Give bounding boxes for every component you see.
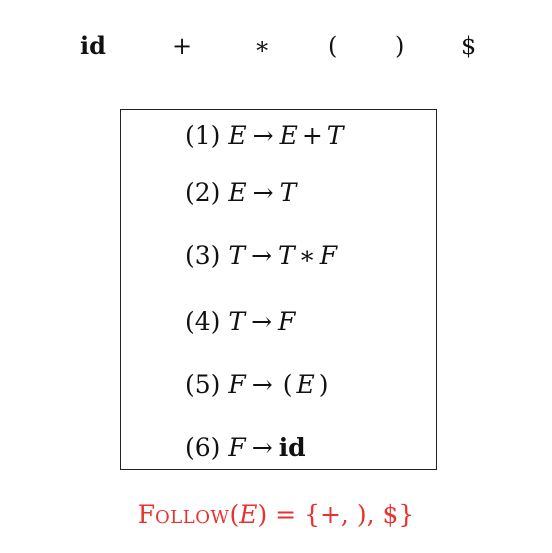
- follow-function-initial: F: [137, 500, 156, 529]
- production-number: (3): [185, 241, 221, 270]
- nonterminal-symbol: T: [326, 121, 344, 150]
- follow-set-expression: FOLLOW(E) = {+, ), $}: [0, 498, 552, 535]
- terminal-symbol: +: [301, 121, 323, 150]
- nonterminal-symbol: F: [278, 307, 296, 336]
- terminal-id: id: [80, 31, 106, 60]
- production-number: (5): [185, 370, 221, 399]
- nonterminal-symbol: T: [279, 178, 297, 207]
- production-arrow: →: [251, 307, 273, 336]
- terminal-lparen: (: [328, 32, 338, 60]
- grammar-productions-box: (1) E → E + T (2) E → T (3) T → T ∗ F (4) T → F (5) F →(E…: [120, 109, 437, 470]
- production-lhs: T: [228, 307, 246, 336]
- production-lhs: E: [228, 121, 247, 150]
- production-arrow: →: [251, 433, 273, 462]
- production-number: (6): [185, 433, 221, 462]
- follow-function-rest: OLLOW: [155, 507, 230, 528]
- production-rule: (2) E → T: [185, 177, 296, 209]
- production-arrow: →: [252, 121, 274, 150]
- production-lhs: F: [228, 370, 246, 399]
- production-lhs: E: [228, 178, 247, 207]
- terminal-symbol: ∗: [298, 241, 316, 270]
- terminal-plus: +: [172, 32, 193, 60]
- production-number: (4): [185, 307, 221, 336]
- production-rule: (1) E → E + T: [185, 120, 343, 152]
- production-rule: (6) F → id: [185, 432, 306, 464]
- production-rule: (4) T → F: [185, 306, 295, 338]
- nonterminal-symbol: E: [296, 370, 315, 399]
- terminal-keyword: id: [278, 433, 306, 462]
- follow-open-paren: (: [229, 500, 240, 529]
- terminal-star: ∗: [254, 32, 271, 60]
- production-rule: (5) F → (E): [185, 369, 332, 401]
- follow-set-value: ) = {+, ), $}: [257, 500, 415, 529]
- terminal-symbol: ): [318, 370, 329, 399]
- production-rule: (3) T → T ∗ F: [185, 240, 337, 272]
- terminal-symbol: (: [282, 370, 293, 399]
- production-arrow: →: [252, 178, 274, 207]
- terminal-dollar: $: [461, 32, 477, 60]
- follow-argument: E: [239, 500, 258, 529]
- terminal-rparen: ): [395, 32, 405, 60]
- production-lhs: T: [228, 241, 246, 270]
- production-number: (2): [185, 178, 221, 207]
- nonterminal-symbol: T: [278, 241, 295, 270]
- terminal-symbols-row: id + ∗ ( ) $: [0, 28, 552, 64]
- nonterminal-symbol: E: [279, 121, 298, 150]
- production-lhs: F: [228, 433, 246, 462]
- production-number: (1): [185, 121, 221, 150]
- nonterminal-symbol: F: [319, 241, 338, 270]
- production-arrow: →: [251, 241, 273, 270]
- production-arrow: →: [251, 370, 273, 399]
